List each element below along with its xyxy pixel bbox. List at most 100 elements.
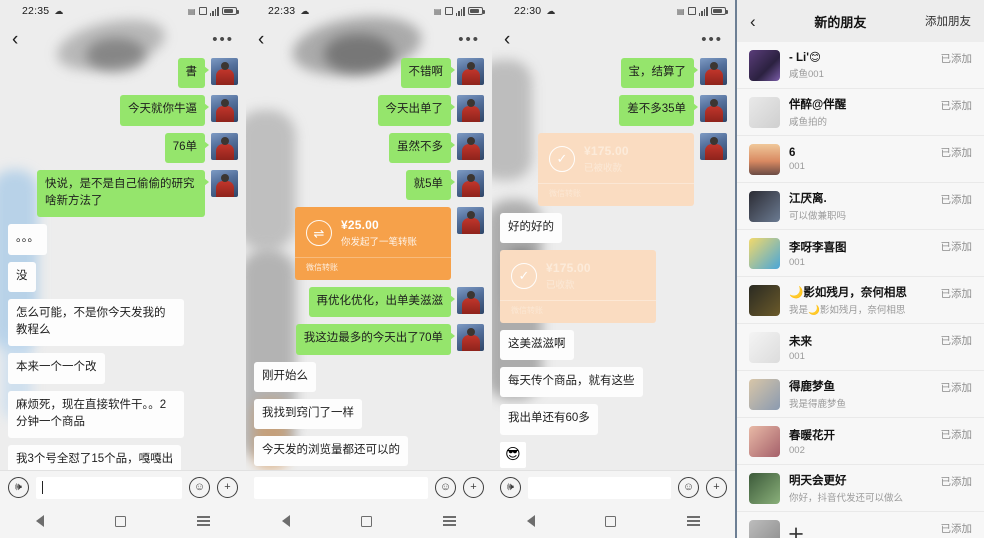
android-home-icon[interactable] — [360, 515, 372, 527]
contact-row[interactable]: 🌙影如残月，奈何相思 我是🌙影如残月，奈何相思 已添加 — [737, 277, 984, 324]
contacts-list: - Li'😊 咸鱼001 已添加 伴醉@伴醒 咸鱼拍的 已添加 6 001 已添加 江厌离. 可以做… — [737, 42, 984, 538]
plus-icon[interactable]: + — [463, 477, 484, 498]
avatar[interactable] — [749, 143, 780, 175]
avatar[interactable] — [700, 58, 727, 85]
sticker-message[interactable]: 😎 — [500, 441, 526, 468]
incoming-message-bubble[interactable]: 本来一个一个改 — [8, 353, 105, 384]
plus-icon[interactable]: + — [217, 477, 238, 498]
contact-row[interactable]: 李呀李喜图 001 已添加 — [737, 230, 984, 277]
avatar[interactable] — [749, 96, 780, 128]
status-bar: 22:30 ☁ ▤ — [492, 0, 735, 22]
back-icon[interactable]: ‹ — [12, 30, 18, 49]
contact-row[interactable]: 得鹿梦鱼 我是得鹿梦鱼 已添加 — [737, 371, 984, 418]
outgoing-message-bubble[interactable]: 快说，是不是自己偷偷的研究啥新方法了 — [37, 169, 209, 218]
avatar[interactable] — [457, 169, 484, 197]
incoming-message-bubble[interactable]: 好的好的 — [500, 212, 562, 243]
avatar[interactable] — [749, 237, 780, 269]
incoming-message-bubble[interactable]: 我出单还有60多 — [500, 404, 598, 435]
incoming-message-bubble[interactable]: 怎么可能，不是你今天发我的教程么 — [8, 298, 184, 347]
android-home-icon[interactable] — [605, 515, 617, 527]
message-input-3[interactable] — [528, 476, 671, 499]
contact-description: 我是🌙影如残月，奈何相思 — [789, 305, 906, 316]
transfer-card[interactable]: ✓ ¥175.00 已收款 微信转账 — [500, 249, 656, 323]
more-icon[interactable]: ••• — [212, 32, 234, 47]
transfer-card[interactable]: ⇌ ¥25.00 你发起了一笔转账 微信转账 — [295, 207, 451, 280]
contact-row[interactable]: 十 已添加 — [737, 512, 984, 538]
contact-row[interactable]: - Li'😊 咸鱼001 已添加 — [737, 42, 984, 89]
incoming-message-bubble[interactable]: 我找到窍门了一样 — [254, 398, 362, 429]
outgoing-message-bubble[interactable]: 書 — [177, 58, 209, 89]
incoming-message-bubble[interactable]: 刚开始么 — [254, 361, 316, 392]
more-icon[interactable]: ••• — [701, 32, 723, 47]
outgoing-message-bubble[interactable]: 不错啊 — [400, 58, 455, 89]
avatar[interactable] — [749, 519, 780, 538]
back-icon[interactable]: ‹ — [258, 30, 264, 49]
back-icon[interactable]: ‹ — [504, 30, 510, 49]
avatar[interactable] — [457, 207, 484, 234]
avatar[interactable] — [457, 95, 484, 123]
avatar[interactable] — [749, 190, 780, 222]
avatar[interactable] — [457, 58, 484, 85]
outgoing-message-bubble[interactable]: 再优化优化，出单美滋滋 — [308, 287, 455, 318]
android-recents-icon[interactable] — [197, 516, 211, 526]
message-input-2[interactable] — [254, 476, 428, 499]
incoming-message-bubble[interactable]: 今天发的浏览量都还可以的 — [254, 436, 408, 467]
avatar[interactable] — [457, 287, 484, 314]
avatar[interactable] — [749, 331, 780, 363]
android-back-icon[interactable] — [35, 515, 44, 527]
outgoing-message-bubble[interactable]: 就5单 — [405, 169, 456, 200]
contact-row[interactable]: 明天会更好 你好，抖音代发还可以做么 已添加 — [737, 465, 984, 512]
android-back-icon[interactable] — [527, 515, 536, 527]
contact-row[interactable]: 春暖花开 002 已添加 — [737, 418, 984, 465]
outgoing-message-bubble[interactable]: 76单 — [164, 132, 210, 163]
android-back-icon[interactable] — [281, 515, 290, 527]
message-row: 好的好的 — [500, 212, 727, 243]
contact-row[interactable]: 未来 001 已添加 — [737, 324, 984, 371]
emoji-icon[interactable]: ☺ — [678, 477, 699, 498]
avatar[interactable] — [700, 132, 727, 160]
outgoing-message-bubble[interactable]: 差不多35单 — [619, 95, 698, 126]
avatar[interactable] — [700, 95, 727, 123]
incoming-message-bubble[interactable]: 没 — [8, 261, 36, 292]
avatar[interactable] — [211, 58, 238, 85]
contact-row[interactable]: 伴醉@伴醒 咸鱼拍的 已添加 — [737, 89, 984, 136]
outgoing-message-bubble[interactable]: 今天就你牛逼 — [120, 95, 209, 126]
android-recents-icon[interactable] — [686, 516, 700, 526]
incoming-message-bubble[interactable]: 。。。 — [8, 224, 47, 255]
avatar[interactable] — [211, 95, 238, 123]
avatar[interactable] — [749, 49, 780, 81]
android-home-icon[interactable] — [114, 515, 126, 527]
voice-icon[interactable]: 🕪 — [500, 477, 521, 498]
outgoing-message-bubble[interactable]: 虽然不多 — [389, 132, 455, 163]
avatar[interactable] — [211, 132, 238, 160]
incoming-message-bubble[interactable]: 麻烦死，现在直接软件干。。2分钟一个商品 — [8, 390, 184, 438]
avatar[interactable] — [749, 378, 780, 410]
more-icon[interactable]: ••• — [458, 32, 480, 47]
avatar[interactable] — [749, 472, 780, 504]
outgoing-message-bubble[interactable]: 今天出单了 — [377, 95, 455, 126]
android-recents-icon[interactable] — [443, 516, 457, 526]
contact-row[interactable]: 江厌离. 可以做兼职吗 已添加 — [737, 183, 984, 230]
avatar[interactable] — [457, 132, 484, 160]
contact-status: 已添加 — [940, 241, 973, 253]
contact-row[interactable]: 6 001 已添加 — [737, 136, 984, 183]
outgoing-message-bubble[interactable]: 我这边最多的今天出了70单 — [295, 324, 456, 355]
plus-icon[interactable]: + — [706, 477, 727, 498]
contact-status: 已添加 — [940, 53, 973, 65]
avatar[interactable] — [211, 169, 238, 197]
transfer-card[interactable]: ✓ ¥175.00 已被收款 微信转账 — [538, 132, 694, 206]
avatar[interactable] — [749, 284, 780, 316]
emoji-icon[interactable]: ☺ — [435, 477, 456, 498]
avatar[interactable] — [457, 324, 484, 352]
avatar[interactable] — [749, 425, 780, 457]
voice-icon[interactable]: 🕪 — [8, 477, 29, 498]
incoming-message-bubble[interactable]: 这美滋滋啊 — [500, 329, 574, 360]
incoming-message-bubble[interactable]: 每天传个商品，就有这些 — [500, 367, 643, 398]
emoji-icon[interactable]: ☺ — [189, 477, 210, 498]
outgoing-message-bubble[interactable]: 宝，结算了 — [620, 58, 698, 89]
add-friend-button[interactable]: 添加朋友 — [925, 13, 971, 29]
contact-description: 001 — [789, 256, 805, 268]
message-input-1[interactable] — [36, 476, 182, 499]
message-row: 就5单 — [254, 169, 484, 200]
wifi-box-icon — [444, 7, 453, 15]
